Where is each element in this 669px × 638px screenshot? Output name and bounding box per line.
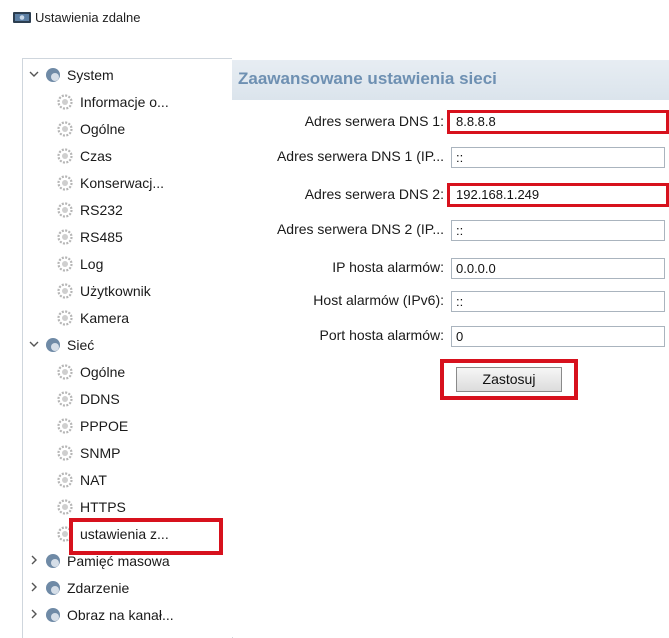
tree-group[interactable]: Sieć xyxy=(23,332,232,359)
gear-icon xyxy=(46,581,60,595)
tree-item-label: SNMP xyxy=(80,445,121,461)
tree-group[interactable]: Obraz na kanał... xyxy=(23,602,232,629)
tree-item[interactable]: Czas xyxy=(23,143,232,170)
tree-item-label: Użytkownik xyxy=(80,283,151,299)
tree-item-label: PPPOE xyxy=(80,418,129,434)
gear-icon xyxy=(57,94,73,110)
tree-item[interactable]: Log xyxy=(23,251,232,278)
tree-item[interactable]: Ogólne xyxy=(23,116,232,143)
field-label: Adres serwera DNS 2 (IP... xyxy=(276,221,444,237)
field-label: Port hosta alarmów: xyxy=(319,327,445,343)
gear-icon xyxy=(57,472,73,488)
tree-item-label: Pamięć masowa xyxy=(67,553,170,569)
title-bar: Ustawienia zdalne xyxy=(0,0,669,38)
tree-item[interactable]: SNMP xyxy=(23,440,232,467)
tree-item[interactable]: Użytkownik xyxy=(23,278,232,305)
tree-item-label: Kamera xyxy=(80,310,130,326)
tree-item-label: DDNS xyxy=(80,391,120,407)
tree-group[interactable]: System xyxy=(23,62,232,89)
gear-icon xyxy=(46,68,60,82)
field-label: Adres serwera DNS 2: xyxy=(304,186,444,202)
gear-icon xyxy=(57,256,73,272)
form-row: Adres serwera DNS 2 (IP...:: xyxy=(232,218,669,245)
tree-item-label: Log xyxy=(80,256,104,272)
tree-item[interactable]: PPPOE xyxy=(23,413,232,440)
field-input[interactable]: :: xyxy=(451,291,665,312)
tree-group[interactable]: Pamięć masowa xyxy=(23,548,232,575)
gear-icon xyxy=(57,418,73,434)
tree-item-label: RS232 xyxy=(80,202,123,218)
tree-item[interactable]: Informacje o... xyxy=(23,89,232,116)
chevron-down-icon[interactable] xyxy=(28,338,40,350)
tree-item-label: Sieć xyxy=(67,337,95,353)
form-row: Port hosta alarmów: 0 xyxy=(232,324,669,351)
tree-item[interactable]: HTTPS xyxy=(23,494,232,521)
gear-icon xyxy=(57,121,73,137)
apply-highlight: Zastosuj xyxy=(440,359,578,400)
gear-icon xyxy=(57,310,73,326)
panel-title: Zaawansowane ustawienia sieci xyxy=(238,69,497,88)
form-row: Adres serwera DNS 1: 8.8.8.8 xyxy=(232,110,669,137)
tree-item[interactable]: RS485 xyxy=(23,224,232,251)
chevron-right-icon[interactable] xyxy=(28,608,40,620)
field-input[interactable]: :: xyxy=(451,220,665,241)
gear-icon xyxy=(57,283,73,299)
panel-header: Zaawansowane ustawienia sieci xyxy=(232,60,669,100)
field-input[interactable]: 0.0.0.0 xyxy=(451,258,665,279)
chevron-down-icon[interactable] xyxy=(28,68,40,80)
gear-icon xyxy=(57,229,73,245)
tree-item[interactable]: Kamera xyxy=(23,305,232,332)
tree-item[interactable]: DDNS xyxy=(23,386,232,413)
tree-item-label: Informacje o... xyxy=(80,94,169,110)
settings-tree: System Informacje o... Ogólne Czas Konserwac… xyxy=(22,58,233,638)
tree-item-label: Ogólne xyxy=(80,364,126,380)
gear-icon xyxy=(57,364,73,380)
field-label: IP hosta alarmów: xyxy=(332,259,444,275)
tree-item-label: RS485 xyxy=(80,229,123,245)
tree-item[interactable]: RS232 xyxy=(23,197,232,224)
field-input[interactable]: 0 xyxy=(451,326,665,347)
field-label: Adres serwera DNS 1 (IP... xyxy=(276,148,444,164)
tree-group[interactable]: Zdarzenie xyxy=(23,575,232,602)
window-title: Ustawienia zdalne xyxy=(35,10,141,25)
tree-item-label: Zdarzenie xyxy=(67,580,130,596)
tree-item-label: Czas xyxy=(80,148,112,164)
settings-panel: Zaawansowane ustawienia sieci Adres serw… xyxy=(232,58,669,637)
tree-item-label: NAT xyxy=(80,472,107,488)
apply-button[interactable]: Zastosuj xyxy=(456,367,562,392)
chevron-right-icon[interactable] xyxy=(28,581,40,593)
gear-icon xyxy=(57,202,73,218)
tree-item-label: Obraz na kanał... xyxy=(67,607,174,623)
field-input[interactable]: 8.8.8.8 xyxy=(447,110,669,134)
chevron-right-icon[interactable] xyxy=(28,554,40,566)
field-input[interactable]: :: xyxy=(451,147,665,168)
gear-icon xyxy=(57,175,73,191)
gear-icon xyxy=(46,554,60,568)
form-row: Adres serwera DNS 1 (IP...:: xyxy=(232,145,669,172)
field-label: Host alarmów (IPv6): xyxy=(313,292,444,308)
field-label: Adres serwera DNS 1: xyxy=(304,113,444,129)
gear-icon xyxy=(46,338,60,352)
gear-icon xyxy=(57,499,73,515)
tree-item[interactable]: NAT xyxy=(23,467,232,494)
tree-item-label: Ogólne xyxy=(80,121,126,137)
gear-icon xyxy=(57,391,73,407)
tree-item[interactable]: Ogólne xyxy=(23,359,232,386)
form-row: Host alarmów (IPv6)::: xyxy=(232,289,669,316)
field-input[interactable]: 192.168.1.249 xyxy=(447,183,669,207)
device-icon xyxy=(13,12,31,23)
tree-item-label: HTTPS xyxy=(80,499,126,515)
tree-item-label: System xyxy=(67,67,114,83)
form-row: Adres serwera DNS 2: 192.168.1.249 xyxy=(232,183,669,210)
gear-icon xyxy=(57,445,73,461)
tree-item[interactable]: Konserwacj... xyxy=(23,170,232,197)
gear-icon xyxy=(57,148,73,164)
form-row: IP hosta alarmów: 0.0.0.0 xyxy=(232,256,669,283)
gear-icon xyxy=(46,608,60,622)
tree-item-label: Konserwacj... xyxy=(80,175,165,191)
